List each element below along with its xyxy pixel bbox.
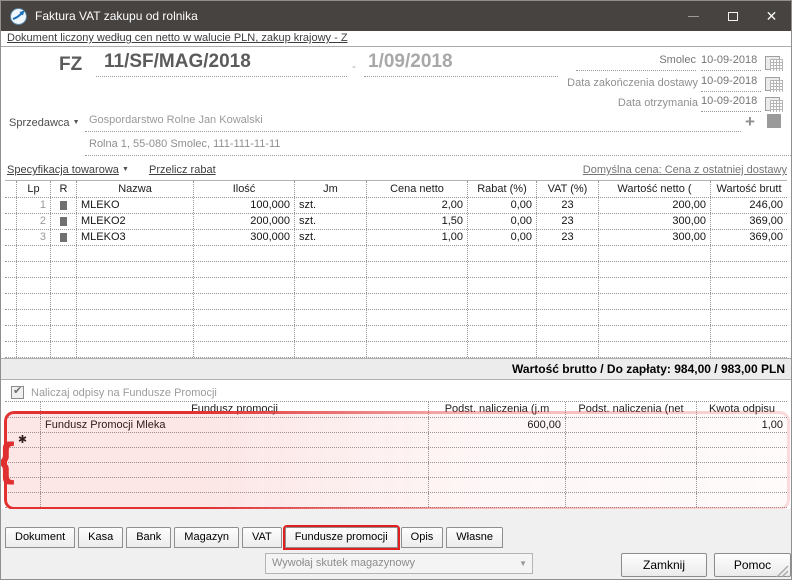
new-row-marker[interactable]: ✱ (5, 433, 41, 447)
app-icon (10, 8, 27, 25)
delivery-end-date-field[interactable]: 10-09-2018 (701, 75, 761, 92)
tab-kasa[interactable]: Kasa (78, 527, 123, 548)
table-row[interactable]: 2MLEKO2200,000szt.1,500,0023300,00369,00 (5, 214, 787, 230)
doc-date-field[interactable]: 1/09/2018 (364, 51, 558, 77)
calendar-icon[interactable] (765, 77, 780, 91)
totals-bar: Wartość brutto / Do zapłaty: 984,00 / 98… (1, 358, 791, 380)
doc-number-field[interactable]: 11/SF/MAG/2018 (96, 51, 347, 77)
chevron-down-icon: ▼ (122, 166, 129, 173)
warehouse-effect-dropdown[interactable]: Wywołaj skutek magazynowy ▼ (265, 553, 533, 574)
funds-checkbox[interactable]: ✔ (11, 386, 24, 399)
col-ilosc: Ilość (194, 181, 295, 197)
seller-address-field[interactable]: Rolna 1, 55-080 Smolec, 111-111-11-11 (85, 138, 791, 156)
col-podst-net: Podst. naliczenia (net (566, 402, 697, 417)
tab-bank[interactable]: Bank (126, 527, 171, 548)
chevron-down-icon: ▼ (73, 119, 80, 126)
table-row-empty[interactable] (5, 342, 787, 358)
add-contractor-icon[interactable]: + (745, 113, 755, 130)
zamknij-button[interactable]: Zamknij (621, 553, 707, 577)
tab-strip: DokumentKasaBankMagazynVATFundusze promo… (5, 527, 506, 548)
items-grid: Lp R Nazwa Ilość Jm Cena netto Rabat (%)… (5, 180, 787, 358)
col-rabat: Rabat (%) (468, 181, 537, 197)
minimize-button[interactable] (674, 1, 713, 31)
received-date-field[interactable]: 10-09-2018 (701, 95, 761, 112)
default-price-link[interactable]: Domyślna cena: Cena z ostatniej dostawy (583, 164, 787, 176)
delivery-end-label: Data zakończenia dostawy (501, 77, 698, 89)
przelicz-rabat-link[interactable]: Przelicz rabat (149, 164, 216, 176)
row-state-icon (60, 201, 67, 210)
funds-grid-header: Fundusz promocji Podst. naliczenia (j.m … (5, 402, 787, 418)
col-lp: Lp (17, 181, 51, 197)
tab-magazyn[interactable]: Magazyn (174, 527, 239, 548)
titlebar: Faktura VAT zakupu od rolnika ✕ (1, 1, 791, 31)
close-icon[interactable]: ✕ (752, 1, 791, 31)
tab-fundusze-promocji[interactable]: Fundusze promocji (285, 527, 398, 548)
row-number[interactable]: 1 (17, 198, 51, 213)
resize-grip[interactable] (776, 565, 789, 578)
document-type-link[interactable]: Dokument liczony według cen netto w walu… (7, 32, 348, 44)
document-type-bar: Dokument liczony według cen netto w walu… (1, 31, 791, 47)
items-grid-header: Lp R Nazwa Ilość Jm Cena netto Rabat (%)… (5, 181, 787, 198)
table-row-empty[interactable] (5, 326, 787, 342)
window-title: Faktura VAT zakupu od rolnika (35, 9, 198, 23)
row-state-icon (60, 217, 67, 226)
table-row-empty[interactable] (5, 463, 787, 478)
footer-controls: Wywołaj skutek magazynowy ▼ Zamknij Pomo… (1, 551, 791, 580)
table-row-empty[interactable] (5, 262, 787, 278)
col-podst-jm: Podst. naliczenia (j.m (429, 402, 566, 417)
table-row-empty[interactable] (5, 478, 787, 493)
col-vat: VAT (%) (537, 181, 599, 197)
col-fundusz: Fundusz promocji (41, 402, 429, 417)
table-row[interactable]: 1MLEKO100,000szt.2,000,0023200,00246,00 (5, 198, 787, 214)
row-state-icon (60, 233, 67, 242)
tab-dokument[interactable]: Dokument (5, 527, 75, 548)
col-wartosc-brutto: Wartość brutt (711, 181, 787, 197)
table-row-empty[interactable] (5, 278, 787, 294)
bottom-panel: DokumentKasaBankMagazynVATFundusze promo… (1, 509, 791, 580)
doc-type-label: FZ (59, 54, 82, 76)
col-jm: Jm (295, 181, 367, 197)
table-row-new[interactable]: ✱ (5, 433, 787, 448)
seller-name-field[interactable]: Gospordarstwo Rolne Jan Kowalski (85, 114, 741, 132)
contractor-picker-button[interactable] (767, 114, 781, 128)
place-date-field[interactable]: 10-09-2018 (701, 54, 761, 71)
row-number[interactable]: 2 (17, 214, 51, 229)
col-wartosc-netto: Wartość netto ( (599, 181, 711, 197)
seller-label[interactable]: Sprzedawca ▼ (9, 117, 80, 129)
spec-towarowa-link[interactable]: Specyfikacja towarowa ▼ (7, 164, 129, 176)
row-number[interactable]: 3 (17, 230, 51, 245)
col-cena-netto: Cena netto (367, 181, 468, 197)
tab-vat[interactable]: VAT (242, 527, 282, 548)
col-nazwa: Nazwa (77, 181, 194, 197)
funds-grid: Fundusz promocji Podst. naliczenia (j.m … (5, 401, 787, 508)
calendar-icon[interactable] (765, 56, 780, 70)
col-kwota-odpisu: Kwota odpisu (697, 402, 787, 417)
table-row-empty[interactable] (5, 294, 787, 310)
maximize-button[interactable] (713, 1, 752, 31)
funds-checkbox-label: Naliczaj odpisy na Fundusze Promocji (31, 387, 217, 399)
col-r: R (51, 181, 77, 197)
table-row-empty[interactable] (5, 246, 787, 262)
table-row[interactable]: Fundusz Promocji Mleka600,001,00 (5, 418, 787, 433)
table-row-empty[interactable] (5, 310, 787, 326)
doc-date-separator: - (352, 59, 356, 73)
received-label: Data otrzymania (501, 97, 698, 109)
tab-opis[interactable]: Opis (401, 527, 444, 548)
invoice-window: Faktura VAT zakupu od rolnika ✕ Dokument… (0, 0, 792, 580)
calendar-icon[interactable] (765, 97, 780, 111)
tab-wlasne[interactable]: Własne (446, 527, 503, 548)
grid-links-row: Specyfikacja towarowa ▼ Przelicz rabat D… (1, 162, 791, 179)
chevron-down-icon: ▼ (519, 554, 527, 573)
table-row-empty[interactable] (5, 493, 787, 508)
place-field[interactable]: Smolec (576, 54, 696, 71)
table-row[interactable]: 3MLEKO3300,000szt.1,000,0023300,00369,00 (5, 230, 787, 246)
table-row-empty[interactable] (5, 448, 787, 463)
funds-checkbox-row: ✔ Naliczaj odpisy na Fundusze Promocji (11, 385, 217, 400)
check-icon: ✔ (13, 384, 22, 397)
